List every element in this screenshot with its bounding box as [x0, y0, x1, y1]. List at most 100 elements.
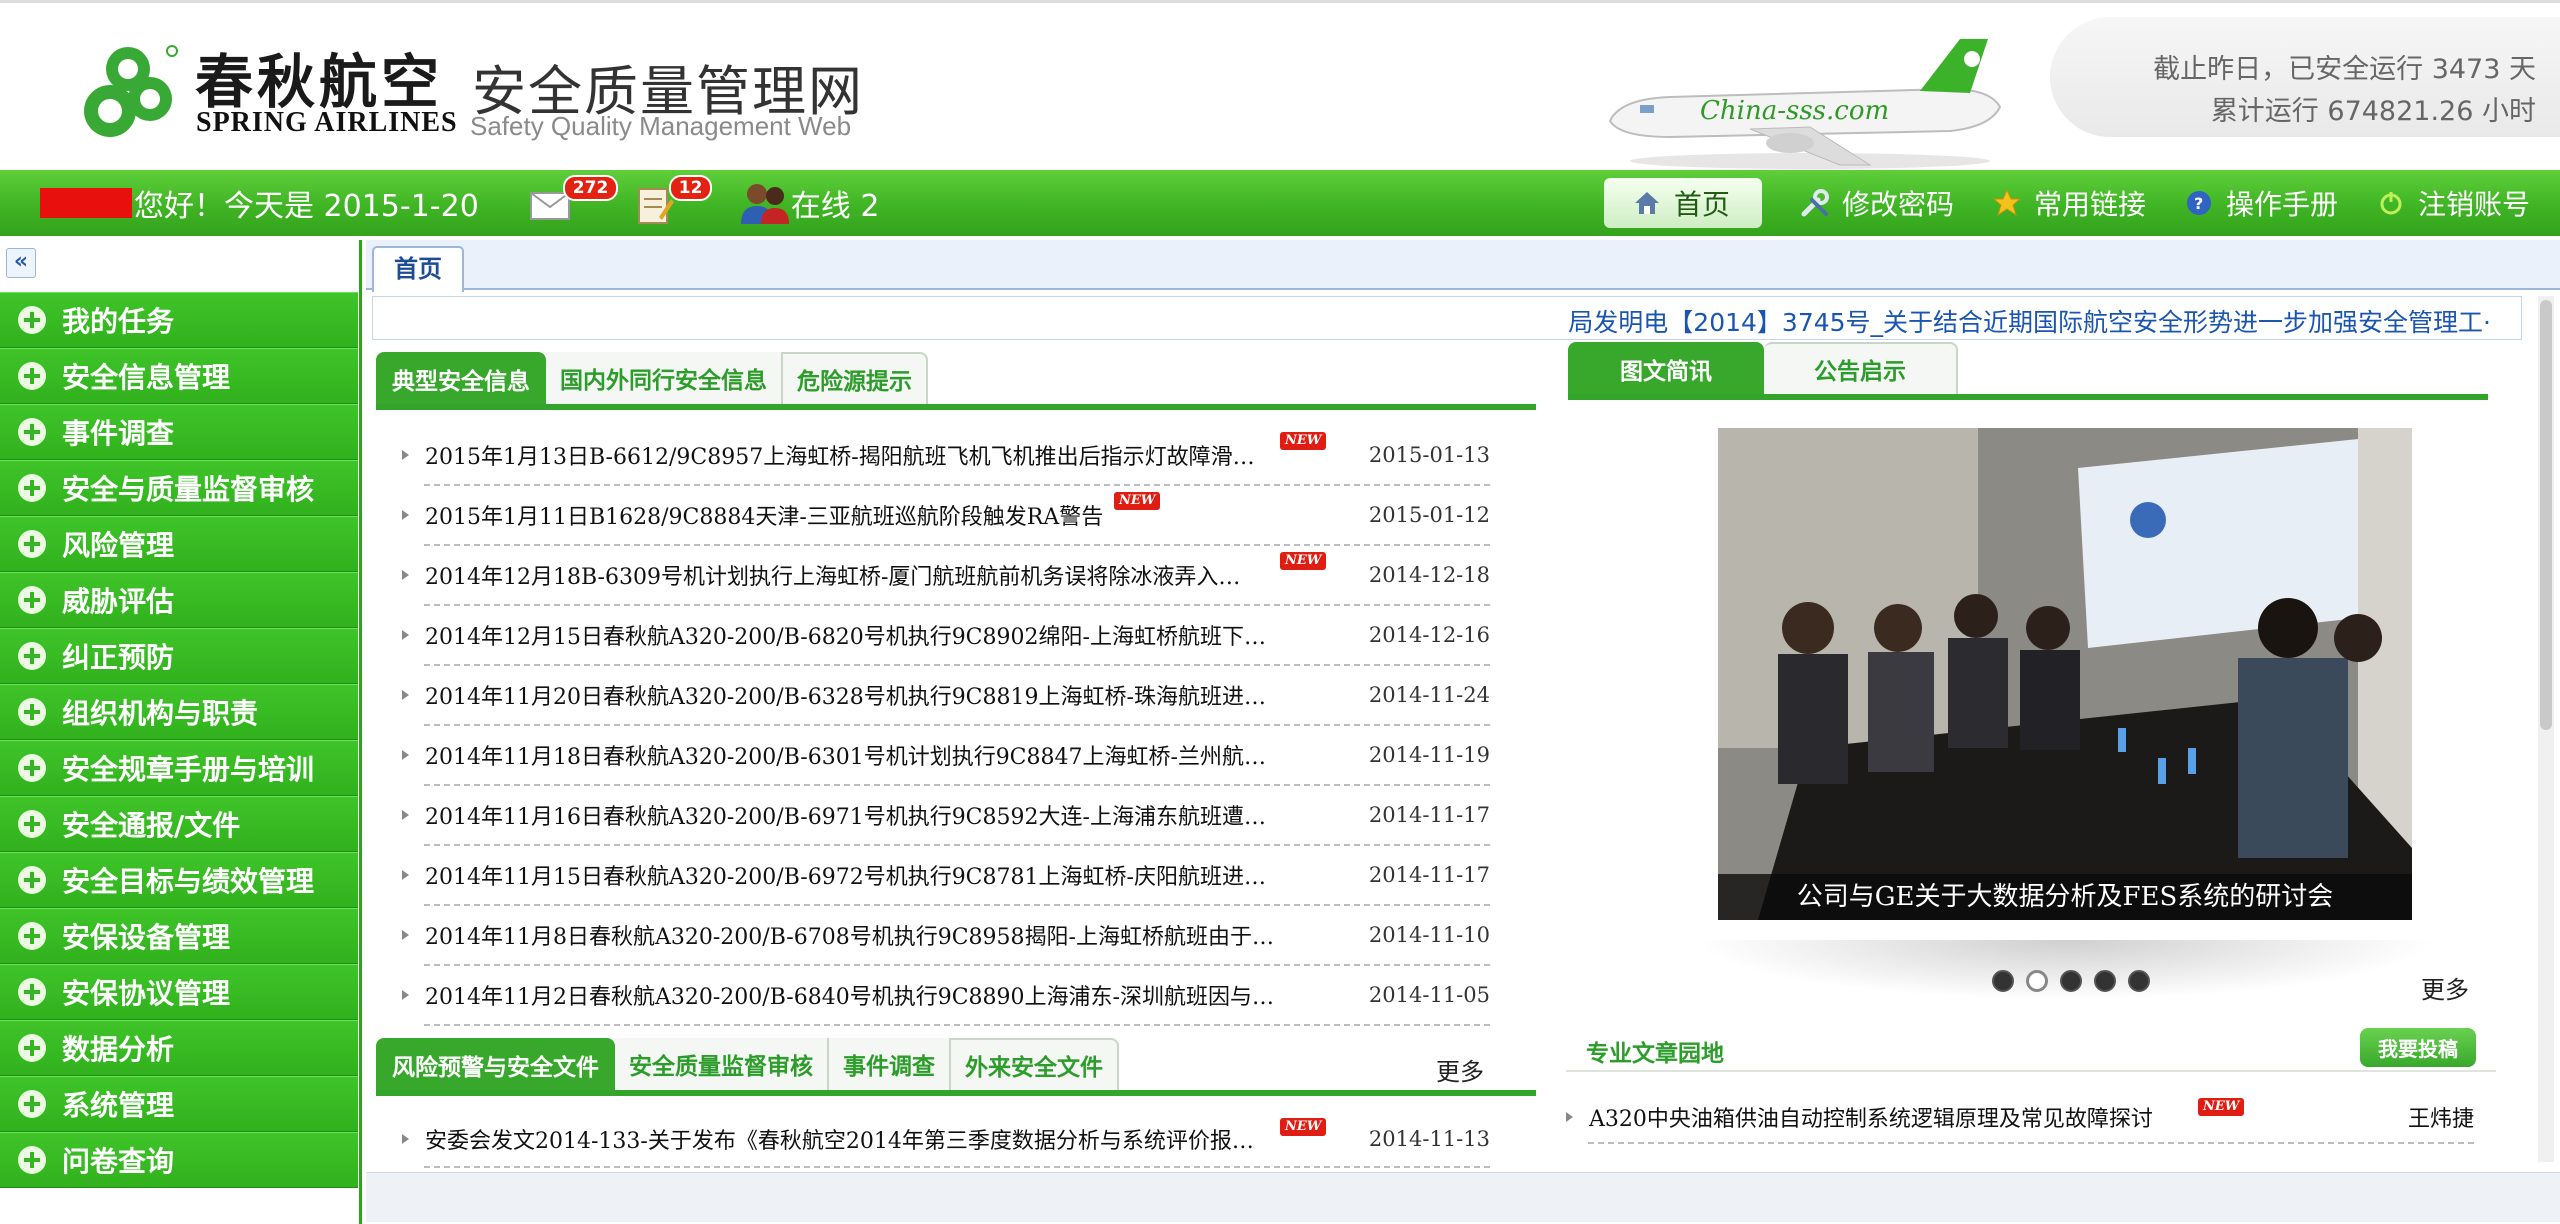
sidebar-item-security-agreements[interactable]: 安保协议管理: [0, 964, 358, 1020]
manual-link[interactable]: ? 操作手册: [2184, 183, 2338, 223]
list-item[interactable]: 2014年11月16日春秋航A320-200/B-6971号机执行9C8592大…: [402, 786, 1490, 846]
slide-dot[interactable]: [2128, 970, 2150, 992]
collapse-sidebar-button[interactable]: «: [6, 248, 36, 278]
news-title[interactable]: 2014年11月18日春秋航A320-200/B-6301号机计划执行9C884…: [425, 739, 1285, 771]
new-badge: NEW: [2198, 1098, 2245, 1116]
news-date: 2014-11-24: [1368, 683, 1490, 707]
news-title[interactable]: 2015年1月11日B1628/9C8884天津-三亚航班巡航阶段触发RA警告: [425, 499, 1103, 531]
tab-hazard-tips[interactable]: 危险源提示: [783, 352, 928, 404]
tab-incident-investigation[interactable]: 事件调查: [829, 1038, 951, 1090]
submit-article-button[interactable]: 我要投稿: [2360, 1028, 2476, 1067]
slide-dot[interactable]: [1992, 970, 2014, 992]
list-item[interactable]: A320中央油箱供油自动控制系统逻辑原理及常见故障探讨 NEW 王炜捷: [1566, 1092, 2474, 1144]
sidebar-item-system[interactable]: 系统管理: [0, 1076, 358, 1132]
list-item[interactable]: 2014年11月18日春秋航A320-200/B-6301号机计划执行9C884…: [402, 726, 1490, 786]
announcement-marquee[interactable]: 局发明电【2014】3745号_关于结合近期国际航空安全形势进一步加强安全管理工…: [372, 296, 2522, 340]
list-item[interactable]: 安委会发文2014-133-关于发布《春秋航空2014年第三季度数据分析与系统评…: [402, 1112, 1490, 1168]
tab-home[interactable]: 首页: [372, 246, 464, 292]
tab-external-safety-docs[interactable]: 外来安全文件: [951, 1038, 1119, 1090]
news-title[interactable]: 2014年12月15日春秋航A320-200/B-6820号机执行9C8902绵…: [425, 619, 1285, 651]
redacted-username: [40, 188, 132, 218]
sidebar-item-threat[interactable]: 威胁评估: [0, 572, 358, 628]
expand-plus-icon: [18, 978, 46, 1006]
list-item[interactable]: 2014年11月2日春秋航A320-200/B-6840号机执行9C8890上海…: [402, 966, 1490, 1026]
mail-button[interactable]: 272: [529, 175, 619, 223]
slide-dot-active[interactable]: [2026, 970, 2048, 992]
svg-text:China-sss.com: China-sss.com: [1700, 96, 1889, 126]
news-title[interactable]: 2014年11月16日春秋航A320-200/B-6971号机执行9C8592大…: [425, 799, 1285, 831]
slide-dot[interactable]: [2060, 970, 2082, 992]
sidebar-item-label: 安全信息管理: [62, 361, 231, 394]
logout-label: 注销账号: [2417, 188, 2530, 221]
sidebar-item-organization[interactable]: 组织机构与职责: [0, 684, 358, 740]
sidebar-item-security-equipment[interactable]: 安保设备管理: [0, 908, 358, 964]
tab-risk-warning-docs[interactable]: 风险预警与安全文件: [376, 1038, 615, 1090]
photo-news-tabs: 图文简讯 公告启示: [1568, 342, 2488, 400]
logout-link[interactable]: 注销账号: [2376, 183, 2530, 223]
sidebar-item-corrective[interactable]: 纠正预防: [0, 628, 358, 684]
brand-name-en: SPRING AIRLINES: [196, 107, 458, 138]
todo-button[interactable]: 12: [635, 175, 713, 224]
risk-more-link[interactable]: 更多: [1436, 1052, 1484, 1087]
list-item[interactable]: 2014年11月8日春秋航A320-200/B-6708号机执行9C8958揭阳…: [402, 906, 1490, 966]
bullet-arrow-icon: [402, 750, 409, 760]
change-password-link[interactable]: 修改密码: [1800, 183, 1954, 223]
home-label: 首页: [1673, 188, 1730, 221]
online-users[interactable]: 在线 2: [739, 180, 879, 226]
slide-dot[interactable]: [2094, 970, 2116, 992]
sidebar-item-audit[interactable]: 安全与质量监督审核: [0, 460, 358, 516]
meeting-photo[interactable]: 公司与GE关于大数据分析及FES系统的研讨会: [1718, 428, 2412, 920]
sidebar-item-safety-info[interactable]: 安全信息管理: [0, 348, 358, 404]
common-links-link[interactable]: 常用链接: [1992, 183, 2146, 223]
sidebar-item-label: 风险管理: [62, 529, 175, 562]
list-item[interactable]: 2014年11月15日春秋航A320-200/B-6972号机执行9C8781上…: [402, 846, 1490, 906]
safety-news-list: 2015年1月13日B-6612/9C8957上海虹桥-揭阳航班飞机飞机推出后指…: [402, 426, 1490, 1026]
tab-announcements[interactable]: 公告启示: [1764, 342, 1958, 394]
sidebar-item-manuals-training[interactable]: 安全规章手册与培训: [0, 740, 358, 796]
expand-plus-icon: [18, 810, 46, 838]
sidebar-item-goals[interactable]: 安全目标与绩效管理: [0, 852, 358, 908]
expand-plus-icon: [18, 418, 46, 446]
tab-quality-audit[interactable]: 安全质量监督审核: [615, 1038, 829, 1090]
announcement-text[interactable]: 局发明电【2014】3745号_关于结合近期国际航空安全形势进一步加强安全管理工…: [1568, 303, 2491, 339]
bullet-arrow-icon: [402, 570, 409, 580]
article-section-title: 专业文章园地: [1586, 1041, 1724, 1067]
tab-typical-safety-info[interactable]: 典型安全信息: [376, 352, 546, 404]
news-title[interactable]: 2014年11月15日春秋航A320-200/B-6972号机执行9C8781上…: [425, 859, 1285, 891]
list-item[interactable]: 2014年12月18B-6309号机计划执行上海虹桥-厦门航班航前机务误将除冰液…: [402, 546, 1490, 606]
tab-photo-news[interactable]: 图文简讯: [1568, 342, 1764, 394]
news-date: 2014-12-16: [1368, 623, 1490, 647]
sidebar-item-label: 系统管理: [62, 1089, 175, 1122]
home-button[interactable]: 首页: [1603, 178, 1762, 228]
news-title[interactable]: 2014年11月8日春秋航A320-200/B-6708号机执行9C8958揭阳…: [425, 919, 1285, 951]
list-item[interactable]: 2015年1月11日B1628/9C8884天津-三亚航班巡航阶段触发RA警告 N…: [402, 486, 1490, 546]
news-title[interactable]: 2014年11月20日春秋航A320-200/B-6328号机执行9C8819上…: [425, 679, 1285, 711]
sidebar-item-data-analysis[interactable]: 数据分析: [0, 1020, 358, 1076]
nav-links: 首页 修改密码 常用链接 ? 操作手册 注销账号: [1603, 170, 2530, 236]
sidebar-item-survey[interactable]: 问卷查询: [0, 1132, 358, 1188]
new-badge: NEW: [1280, 432, 1327, 450]
list-item[interactable]: 2014年11月20日春秋航A320-200/B-6328号机执行9C8819上…: [402, 666, 1490, 726]
list-item[interactable]: 2014年12月15日春秋航A320-200/B-6820号机执行9C8902绵…: [402, 606, 1490, 666]
article-title[interactable]: A320中央油箱供油自动控制系统逻辑原理及常见故障探讨: [1589, 1101, 2153, 1133]
new-badge: NEW: [1114, 492, 1161, 510]
sidebar-item-incident-investigation[interactable]: 事件调查: [0, 404, 358, 460]
vertical-scrollbar[interactable]: [2538, 296, 2554, 1162]
bullet-arrow-icon: [402, 870, 409, 880]
sidebar-item-risk[interactable]: 风险管理: [0, 516, 358, 572]
news-title[interactable]: 2014年11月2日春秋航A320-200/B-6840号机执行9C8890上海…: [425, 979, 1285, 1011]
expand-plus-icon: [18, 586, 46, 614]
news-date: 2015-01-13: [1368, 443, 1490, 467]
news-title[interactable]: 2014年12月18B-6309号机计划执行上海虹桥-厦门航班航前机务误将除冰液…: [425, 559, 1255, 591]
bullet-arrow-icon: [402, 510, 409, 520]
news-date: 2014-11-13: [1368, 1127, 1490, 1151]
news-title[interactable]: 安委会发文2014-133-关于发布《春秋航空2014年第三季度数据分析与系统评…: [425, 1123, 1254, 1155]
sidebar-item-my-tasks[interactable]: 我的任务: [0, 292, 358, 348]
tab-peer-safety-info[interactable]: 国内外同行安全信息: [546, 352, 783, 404]
news-date: 2014-12-18: [1368, 563, 1490, 587]
news-title[interactable]: 2015年1月13日B-6612/9C8957上海虹桥-揭阳航班飞机飞机推出后指…: [425, 439, 1255, 471]
list-item[interactable]: 2015年1月13日B-6612/9C8957上海虹桥-揭阳航班飞机飞机推出后指…: [402, 426, 1490, 486]
scrollbar-thumb[interactable]: [2540, 300, 2552, 730]
photo-more-link[interactable]: 更多: [2421, 970, 2469, 1005]
sidebar-item-bulletins[interactable]: 安全通报/文件: [0, 796, 358, 852]
